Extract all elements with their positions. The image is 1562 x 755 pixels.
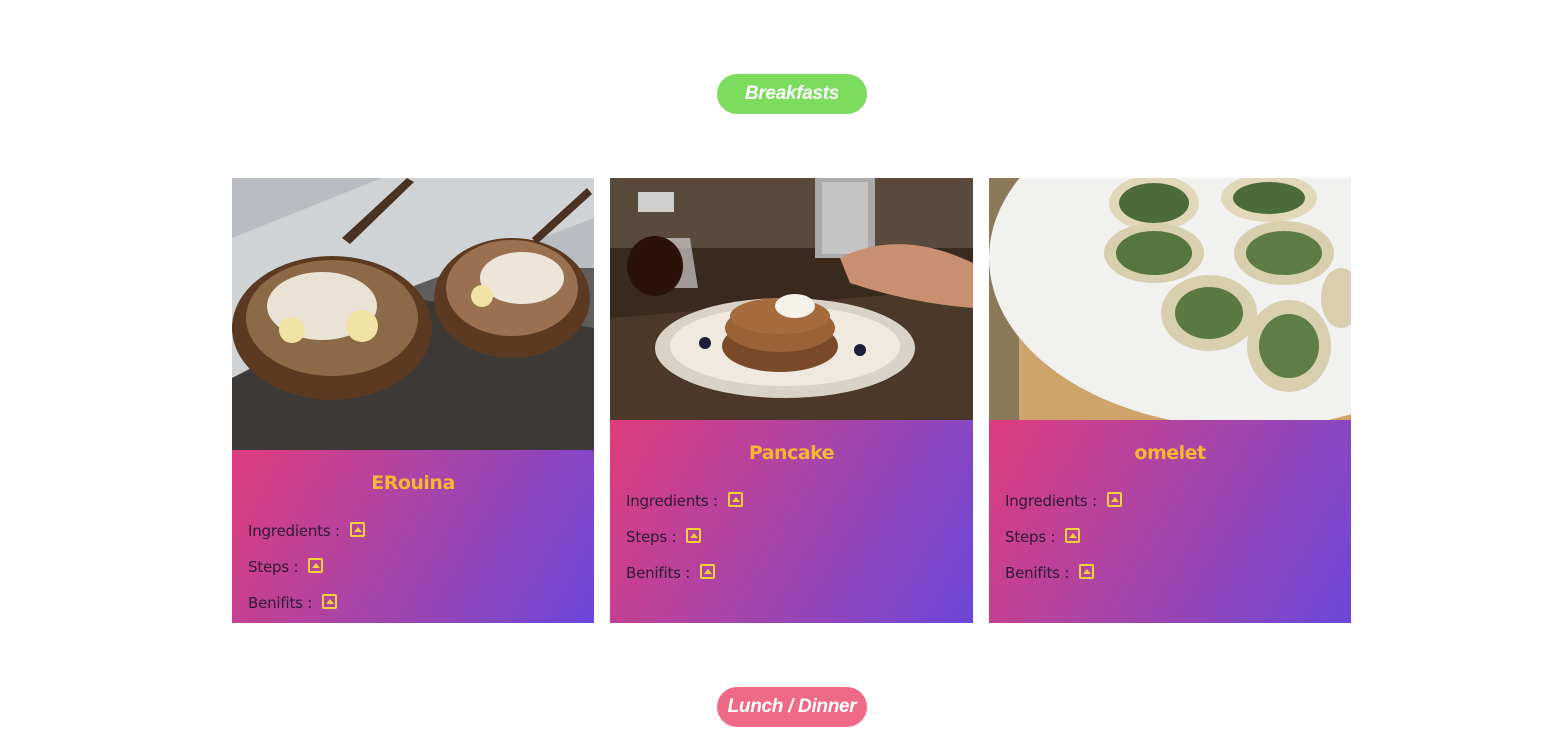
steps-label: Steps : xyxy=(626,528,677,546)
expand-up-icon[interactable] xyxy=(322,593,338,609)
expand-up-icon[interactable] xyxy=(349,521,365,537)
steps-row: Steps : xyxy=(1005,527,1081,546)
expand-up-icon[interactable] xyxy=(727,491,743,507)
expand-up-icon[interactable] xyxy=(700,563,716,579)
steps-row: Steps : xyxy=(248,557,324,576)
recipe-card-pancake: Pancake Ingredients : Steps : Benifits : xyxy=(610,178,973,623)
recipes-page: Breakfasts ERouina Ingredients: Steps:… xyxy=(0,0,1562,755)
omelet-photo xyxy=(989,178,1351,420)
expand-up-icon[interactable] xyxy=(1106,491,1122,507)
expand-up-icon[interactable] xyxy=(308,557,324,573)
recipe-title: omelet xyxy=(1134,442,1206,464)
ingredients-label: Ingredients : xyxy=(1005,492,1097,510)
ingredients-row: Ingredients : xyxy=(248,521,365,540)
breakfasts-section-pill[interactable]: Breakfasts xyxy=(717,74,867,114)
recipe-info-panel: Pancake Ingredients : Steps : Benifits : xyxy=(610,420,973,623)
recipe-info-panel: omelet Ingredients : Steps : Benifits : xyxy=(989,420,1351,623)
benefits-label: Benifits : xyxy=(626,564,691,582)
pancake-photo xyxy=(610,178,973,420)
steps-label: Steps : xyxy=(1005,528,1056,546)
recipe-info-panel: ERouina Ingredients : Steps : Benifits : xyxy=(232,450,594,623)
expand-up-icon[interactable] xyxy=(1065,527,1081,543)
benefits-label: Benifits : xyxy=(248,594,313,612)
benefits-row: Benifits : xyxy=(1005,563,1095,582)
recipe-title: ERouina xyxy=(371,472,455,494)
expand-up-icon[interactable] xyxy=(686,527,702,543)
expand-up-icon[interactable] xyxy=(1079,563,1095,579)
ingredients-row: Ingredients : xyxy=(626,491,743,510)
ingredients-row: Ingredients : xyxy=(1005,491,1122,510)
ingredients-label: Ingredients : xyxy=(626,492,718,510)
erouina-photo xyxy=(232,178,594,450)
steps-row: Steps : xyxy=(626,527,702,546)
recipe-card-erouina: ERouina Ingredients : Steps : Benifits : xyxy=(232,178,594,623)
benefits-label: Benifits : xyxy=(1005,564,1070,582)
benefits-row: Benifits : xyxy=(626,563,716,582)
steps-label: Steps : xyxy=(248,558,299,576)
lunch-dinner-section-pill[interactable]: Lunch / Dinner xyxy=(717,687,867,727)
recipe-card-omelet: omelet Ingredients : Steps : Benifits : xyxy=(989,178,1351,623)
ingredients-label: Ingredients : xyxy=(248,522,340,540)
recipe-title: Pancake xyxy=(748,442,835,464)
benefits-row: Benifits : xyxy=(248,593,338,612)
